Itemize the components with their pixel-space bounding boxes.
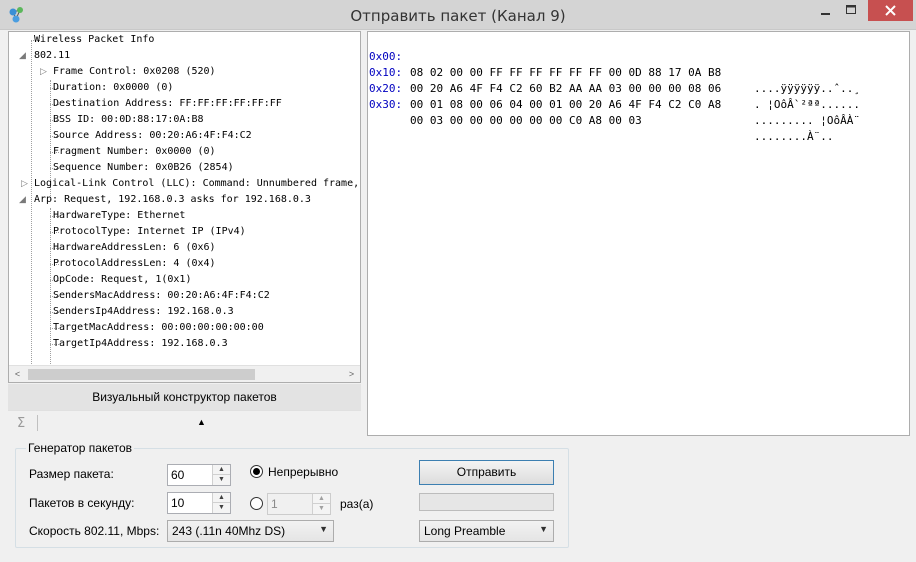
- packet-size-stepper[interactable]: 60 ▲ ▼: [167, 464, 231, 486]
- tree-node-source[interactable]: Source Address: 00:20:A6:4F:F4:C2: [53, 128, 252, 144]
- tree-node-duration[interactable]: Duration: 0x0000 (0): [53, 80, 173, 96]
- hex-ascii[interactable]: ........À¨..: [754, 129, 833, 145]
- packets-per-second-stepper[interactable]: 10 ▲ ▼: [167, 492, 231, 514]
- hex-row: 0x00: 08 02 00 00 FF FF FF FF FF FF 00 0…: [368, 33, 860, 95]
- speed-label: Скорость 802.11, Mbps:: [29, 524, 160, 538]
- tree-node-sender-ip[interactable]: SendersIp4Address: 192.168.0.3: [53, 304, 234, 320]
- tree-node-arp[interactable]: Arp: Request, 192.168.0.3 asks for 192.1…: [34, 192, 311, 208]
- tree-node-fragment[interactable]: Fragment Number: 0x0000 (0): [53, 144, 216, 160]
- stepper-buttons: ▲ ▼: [212, 465, 230, 485]
- hex-ascii[interactable]: ......... ¦OôÂÀ¨: [754, 113, 860, 129]
- maximize-button[interactable]: [838, 0, 864, 21]
- tree-node-hardware-type[interactable]: HardwareType: Ethernet: [53, 208, 185, 224]
- visual-constructor-header[interactable]: Визуальный конструктор пакетов: [8, 384, 361, 410]
- chevron-down-icon: ▼: [319, 524, 328, 534]
- tree-node-proto-addr-len[interactable]: ProtocolAddressLen: 4 (0x4): [53, 256, 216, 272]
- count-value[interactable]: 1: [271, 497, 278, 511]
- tree-node-target-ip[interactable]: TargetIp4Address: 192.168.0.3: [53, 336, 228, 352]
- packet-tree[interactable]: Wireless Packet Info ◢ 802.11 ▷ Frame Co…: [8, 31, 361, 383]
- spin-up-icon[interactable]: ▲: [313, 494, 330, 504]
- send-progress-bar: [419, 493, 554, 511]
- hex-view[interactable]: 0x00: 08 02 00 00 FF FF FF FF FF FF 00 0…: [367, 31, 910, 436]
- preamble-select[interactable]: Long Preamble ▼: [419, 520, 554, 542]
- hex-row: 0x10: 00 20 A6 4F F4 C2 60 B2 AA AA 03 0…: [368, 49, 860, 111]
- continuous-label[interactable]: Непрерывно: [268, 465, 338, 479]
- expand-icon[interactable]: ▷: [40, 64, 47, 80]
- tree-guide-root: [31, 40, 32, 365]
- tree-node-80211[interactable]: 802.11: [34, 48, 70, 64]
- continuous-radio[interactable]: [250, 465, 263, 478]
- scroll-right-icon[interactable]: >: [343, 366, 360, 382]
- chevron-down-icon: ▼: [539, 524, 548, 534]
- stepper-buttons: ▲ ▼: [212, 493, 230, 513]
- tree-node-opcode[interactable]: OpCode: Request, 1(0x1): [53, 272, 191, 288]
- tree-node-destination[interactable]: Destination Address: FF:FF:FF:FF:FF:FF: [53, 96, 282, 112]
- tree-node-sequence[interactable]: Sequence Number: 0x0B26 (2854): [53, 160, 234, 176]
- tree-node-target-mac[interactable]: TargetMacAddress: 00:00:00:00:00:00: [53, 320, 264, 336]
- spin-down-icon[interactable]: ▼: [313, 504, 330, 514]
- collapse-icon[interactable]: ◢: [19, 48, 26, 64]
- hex-bytes[interactable]: 08 02 00 00 FF FF FF FF FF FF 00 0D 88 1…: [410, 65, 721, 81]
- tree-node-sender-mac[interactable]: SendersMacAddress: 00:20:A6:4F:F4:C2: [53, 288, 270, 304]
- minimize-button[interactable]: [812, 0, 838, 21]
- spin-up-icon[interactable]: ▲: [213, 493, 230, 503]
- scrollbar-thumb[interactable]: [28, 369, 255, 380]
- sigma-icon[interactable]: Σ: [17, 416, 25, 431]
- visual-constructor-bar: Σ ▲: [8, 410, 361, 436]
- collapse-icon[interactable]: ◢: [19, 192, 26, 208]
- expand-icon[interactable]: ▷: [21, 176, 28, 192]
- minimize-icon: [821, 13, 830, 15]
- count-suffix-label: раз(а): [340, 497, 374, 511]
- spin-down-icon[interactable]: ▼: [213, 475, 230, 485]
- maximize-icon: [846, 5, 856, 14]
- packet-tree-content: Wireless Packet Info ◢ 802.11 ▷ Frame Co…: [9, 32, 360, 365]
- tree-horizontal-scrollbar[interactable]: < >: [9, 365, 360, 382]
- spin-down-icon[interactable]: ▼: [213, 503, 230, 513]
- constructor-input[interactable]: [37, 415, 38, 431]
- window-title: Отправить пакет (Канал 9): [350, 7, 566, 25]
- title-bar: Отправить пакет (Канал 9): [0, 0, 916, 30]
- expand-up-icon[interactable]: ▲: [197, 417, 206, 427]
- packet-size-value[interactable]: 60: [171, 468, 184, 482]
- tree-node-frame-control[interactable]: Frame Control: 0x0208 (520): [53, 64, 216, 80]
- tree-node-llc[interactable]: Logical-Link Control (LLC): Command: Unn…: [34, 176, 359, 192]
- scroll-left-icon[interactable]: <: [9, 366, 26, 382]
- packets-per-second-label: Пакетов в секунду:: [29, 496, 135, 510]
- spin-up-icon[interactable]: ▲: [213, 465, 230, 475]
- hex-bytes[interactable]: 00 01 08 00 06 04 00 01 00 20 A6 4F F4 C…: [410, 97, 721, 113]
- stepper-buttons: ▲ ▼: [312, 494, 330, 514]
- hex-ascii[interactable]: . ¦OôÂ`²ªª......: [754, 97, 860, 113]
- send-button[interactable]: Отправить: [419, 460, 554, 485]
- close-button[interactable]: [868, 0, 913, 21]
- packets-per-second-value[interactable]: 10: [171, 496, 184, 510]
- close-icon: [885, 5, 896, 16]
- speed-value: 243 (.11n 40Mhz DS): [172, 524, 286, 538]
- hex-bytes[interactable]: 00 20 A6 4F F4 C2 60 B2 AA AA 03 00 00 0…: [410, 81, 721, 97]
- tree-node-wireless-info[interactable]: Wireless Packet Info: [34, 32, 154, 48]
- preamble-value: Long Preamble: [424, 524, 506, 538]
- count-stepper[interactable]: 1 ▲ ▼: [267, 493, 331, 515]
- hex-ascii[interactable]: ....ÿÿÿÿÿÿ..ˆ..¸: [754, 81, 860, 97]
- packet-generator-title: Генератор пакетов: [26, 441, 135, 455]
- hex-row: 0x20: 00 01 08 00 06 04 00 01 00 20 A6 4…: [368, 65, 860, 127]
- packet-size-label: Размер пакета:: [29, 467, 114, 481]
- count-radio[interactable]: [250, 497, 263, 510]
- hex-bytes[interactable]: 00 03 00 00 00 00 00 00 C0 A8 00 03: [410, 113, 642, 129]
- hex-row: 0x30: 00 03 00 00 00 00 00 00 C0 A8 00 0…: [368, 81, 833, 143]
- speed-select[interactable]: 243 (.11n 40Mhz DS) ▼: [167, 520, 334, 542]
- tree-node-bssid[interactable]: BSS ID: 00:0D:88:17:0A:B8: [53, 112, 204, 128]
- hex-offset: 0x30:: [369, 98, 403, 111]
- tree-node-protocol-type[interactable]: ProtocolType: Internet IP (IPv4): [53, 224, 246, 240]
- tree-node-hw-addr-len[interactable]: HardwareAddressLen: 6 (0x6): [53, 240, 216, 256]
